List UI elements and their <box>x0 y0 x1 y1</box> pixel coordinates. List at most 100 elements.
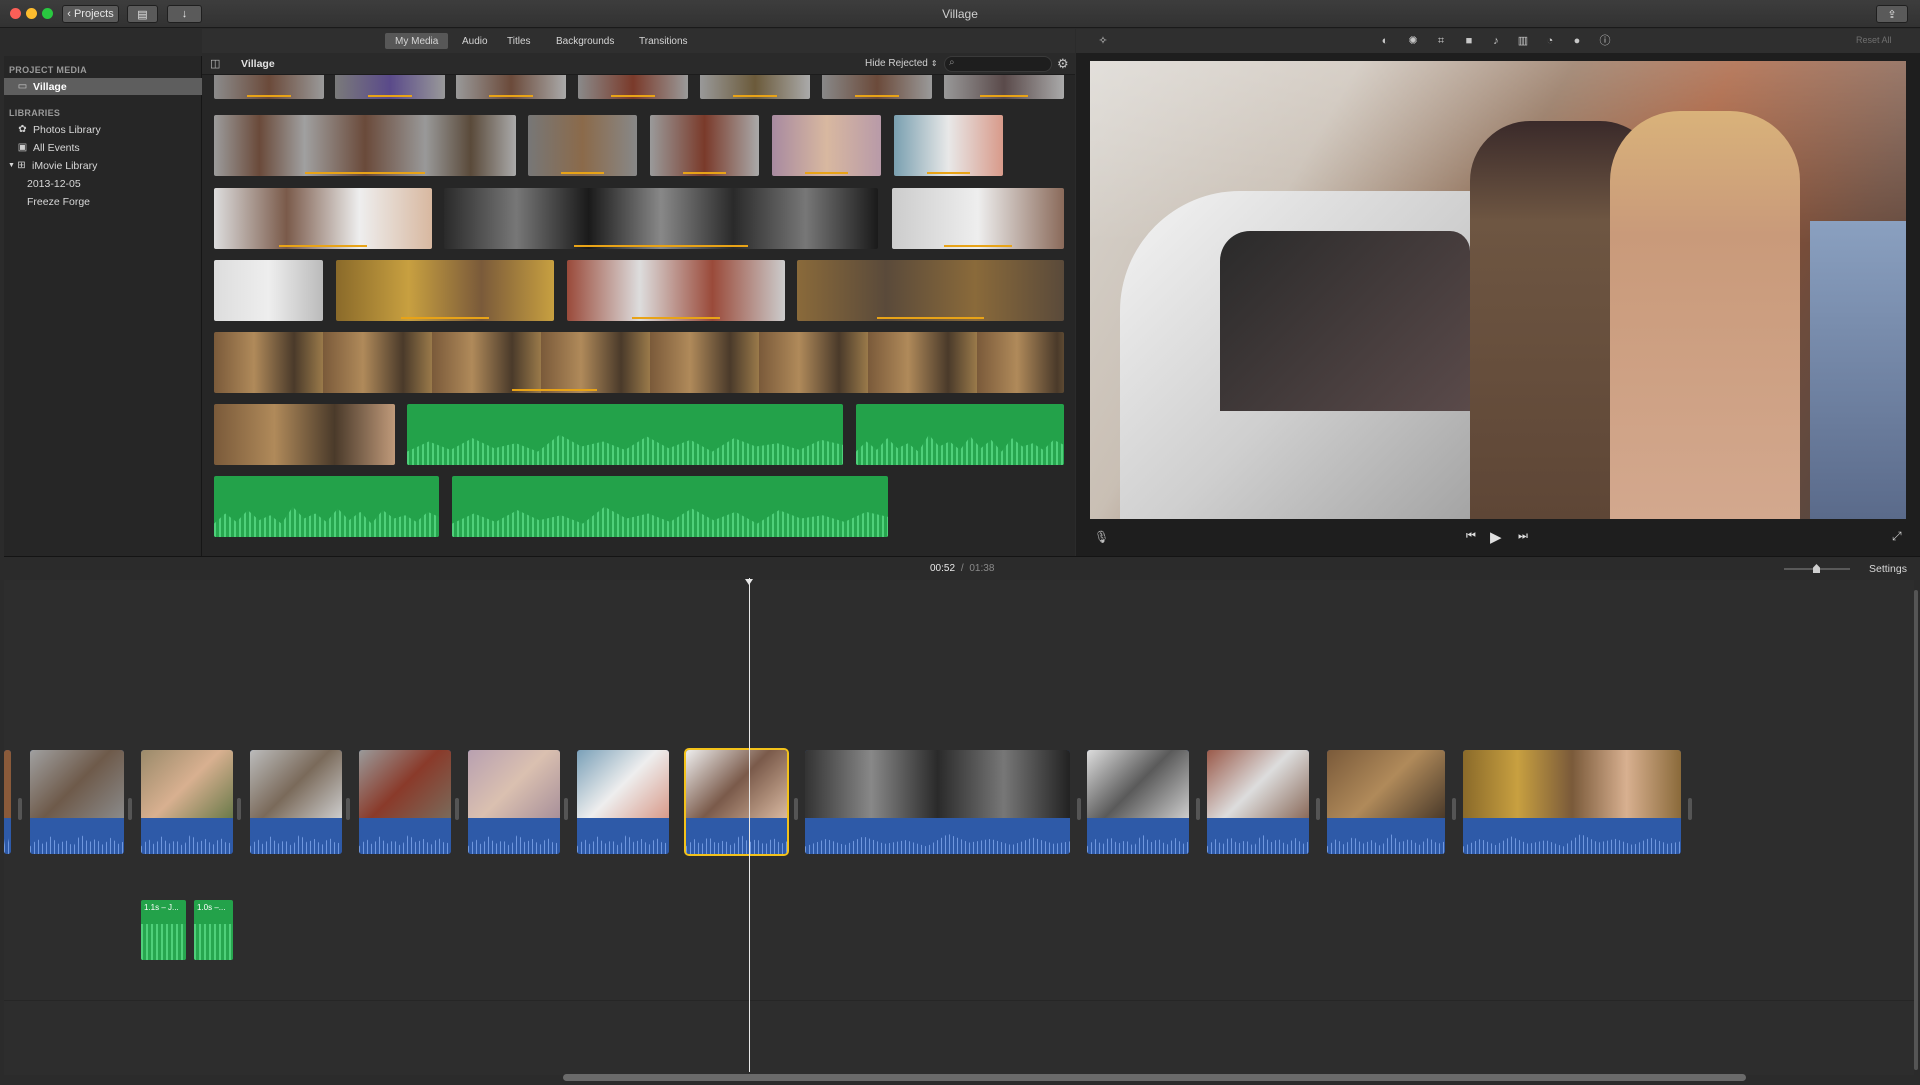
attached-audio-clip[interactable]: 1.1s – J... <box>141 900 186 960</box>
search-input[interactable] <box>961 58 1049 70</box>
speed-icon[interactable]: ◔ <box>1543 34 1557 48</box>
sidebar-item-event-2013-12-05[interactable]: 2013-12-05 <box>4 175 202 192</box>
media-clip[interactable] <box>578 75 688 99</box>
timeline-clip-selected[interactable] <box>684 748 789 856</box>
color-correction-icon[interactable]: ✺ <box>1406 34 1420 48</box>
timeline-clip[interactable] <box>1207 750 1309 854</box>
media-clip[interactable] <box>772 115 881 176</box>
transition-grip[interactable] <box>1688 798 1692 820</box>
tab-titles[interactable]: Titles <box>497 33 541 49</box>
sidebar-item-photos-library[interactable]: ✿ Photos Library <box>4 121 202 138</box>
media-clip[interactable] <box>892 188 1064 249</box>
tab-transitions[interactable]: Transitions <box>629 33 698 49</box>
media-clip[interactable] <box>822 75 932 99</box>
media-clip[interactable] <box>336 260 554 321</box>
media-clip[interactable] <box>214 188 432 249</box>
timecode-display: 00:52 / 01:38 <box>930 563 994 574</box>
timeline-clip[interactable] <box>1463 750 1681 854</box>
audio-clip[interactable] <box>214 476 439 537</box>
sidebar-item-label: All Events <box>33 141 80 154</box>
gear-icon[interactable]: ⚙ <box>1057 56 1069 72</box>
transition-grip[interactable] <box>18 798 22 820</box>
info-icon[interactable]: ⓘ <box>1598 34 1612 48</box>
play-icon[interactable]: ▶ <box>1490 528 1502 546</box>
media-clip[interactable] <box>214 260 323 321</box>
transition-grip[interactable] <box>1452 798 1456 820</box>
sidebar-item-imovie-library[interactable]: ▼ ⊞ iMovie Library <box>4 157 202 174</box>
timeline-clip[interactable] <box>4 750 11 854</box>
media-clip[interactable] <box>944 75 1064 99</box>
timeline-clip[interactable] <box>1087 750 1189 854</box>
timeline-clip[interactable] <box>577 750 669 854</box>
search-field[interactable]: ⌕ <box>944 56 1052 72</box>
tab-my-media[interactable]: My Media <box>385 33 449 49</box>
media-clip[interactable] <box>567 260 785 321</box>
reset-all-button[interactable]: Reset All <box>1856 35 1892 45</box>
sidebar-item-village[interactable]: ▭ Village <box>4 78 202 95</box>
media-clip[interactable] <box>528 115 637 176</box>
audio-clip-label: 1.0s –... <box>197 903 226 912</box>
transition-grip[interactable] <box>455 798 459 820</box>
stabilization-icon[interactable]: ■ <box>1462 34 1476 48</box>
audio-clip[interactable] <box>452 476 888 537</box>
media-clip[interactable] <box>214 115 516 176</box>
playhead[interactable] <box>749 578 750 1072</box>
sidebar-item-freeze-forge[interactable]: Freeze Forge <box>4 193 202 210</box>
skip-forward-icon[interactable]: ⏭ <box>1518 530 1528 543</box>
media-clip[interactable] <box>214 332 1064 393</box>
magic-wand-icon[interactable]: ✧ <box>1096 34 1110 48</box>
volume-icon[interactable]: ♪ <box>1489 34 1503 48</box>
timeline-clip[interactable] <box>359 750 451 854</box>
crop-icon[interactable]: ⌗ <box>1434 34 1448 48</box>
media-clip[interactable] <box>700 75 810 99</box>
zoom-slider-knob[interactable] <box>1813 564 1820 573</box>
media-clip[interactable] <box>214 404 395 465</box>
audio-clip[interactable] <box>856 404 1064 465</box>
transition-grip[interactable] <box>237 798 241 820</box>
sidebar-item-label: Freeze Forge <box>27 195 91 208</box>
media-clip[interactable] <box>444 188 878 249</box>
transition-grip[interactable] <box>1316 798 1320 820</box>
microphone-icon[interactable]: 🎙 <box>1094 530 1109 544</box>
media-clip[interactable] <box>214 75 324 99</box>
attached-audio-clip[interactable]: 1.0s –... <box>194 900 233 960</box>
transition-grip[interactable] <box>1196 798 1200 820</box>
skip-back-icon[interactable]: ⏮ <box>1466 530 1476 543</box>
timeline-clip[interactable] <box>468 750 560 854</box>
share-button[interactable]: ⇪ <box>1876 5 1908 23</box>
sidebar-toggle-icon[interactable]: ◫ <box>210 57 220 70</box>
horizontal-scrollbar[interactable] <box>563 1074 1746 1081</box>
timeline-clip[interactable] <box>250 750 342 854</box>
transition-grip[interactable] <box>564 798 568 820</box>
equalizer-icon[interactable]: ▥ <box>1516 34 1530 48</box>
sidebar-item-all-events[interactable]: ▣ All Events <box>4 139 202 156</box>
media-clip[interactable] <box>797 260 1064 321</box>
star-box-icon: ▣ <box>17 142 28 153</box>
media-clip[interactable] <box>335 75 445 99</box>
disclosure-triangle-icon[interactable]: ▼ <box>8 162 16 169</box>
transition-grip[interactable] <box>794 798 798 820</box>
timeline-clip[interactable] <box>805 750 1070 854</box>
transition-grip[interactable] <box>128 798 132 820</box>
media-clip[interactable] <box>650 115 759 176</box>
color-balance-icon[interactable]: ◐ <box>1378 34 1392 48</box>
tab-audio[interactable]: Audio <box>452 33 498 49</box>
transition-grip[interactable] <box>1077 798 1081 820</box>
zoom-slider[interactable] <box>1784 564 1850 573</box>
media-clip[interactable] <box>894 115 1003 176</box>
transition-grip[interactable] <box>346 798 350 820</box>
film-icon: ▭ <box>17 81 28 92</box>
media-clip[interactable] <box>456 75 566 99</box>
timeline-clip[interactable] <box>141 750 233 854</box>
timeline-clip[interactable] <box>1327 750 1445 854</box>
hide-rejected-dropdown[interactable]: Hide Rejected ⇕ <box>865 58 938 69</box>
clip-filter-icon[interactable]: ● <box>1570 34 1584 48</box>
tab-backgrounds[interactable]: Backgrounds <box>546 33 624 49</box>
playhead-handle[interactable] <box>745 579 753 585</box>
timeline-settings-button[interactable]: Settings <box>1869 563 1907 575</box>
timeline-clip[interactable] <box>30 750 124 854</box>
viewer: 🎙 ⏮ ▶ ⏭ ⤢ <box>1076 53 1920 556</box>
audio-clip[interactable] <box>407 404 843 465</box>
fullscreen-icon[interactable]: ⤢ <box>1892 529 1902 544</box>
vertical-scrollbar[interactable] <box>1914 590 1918 1070</box>
